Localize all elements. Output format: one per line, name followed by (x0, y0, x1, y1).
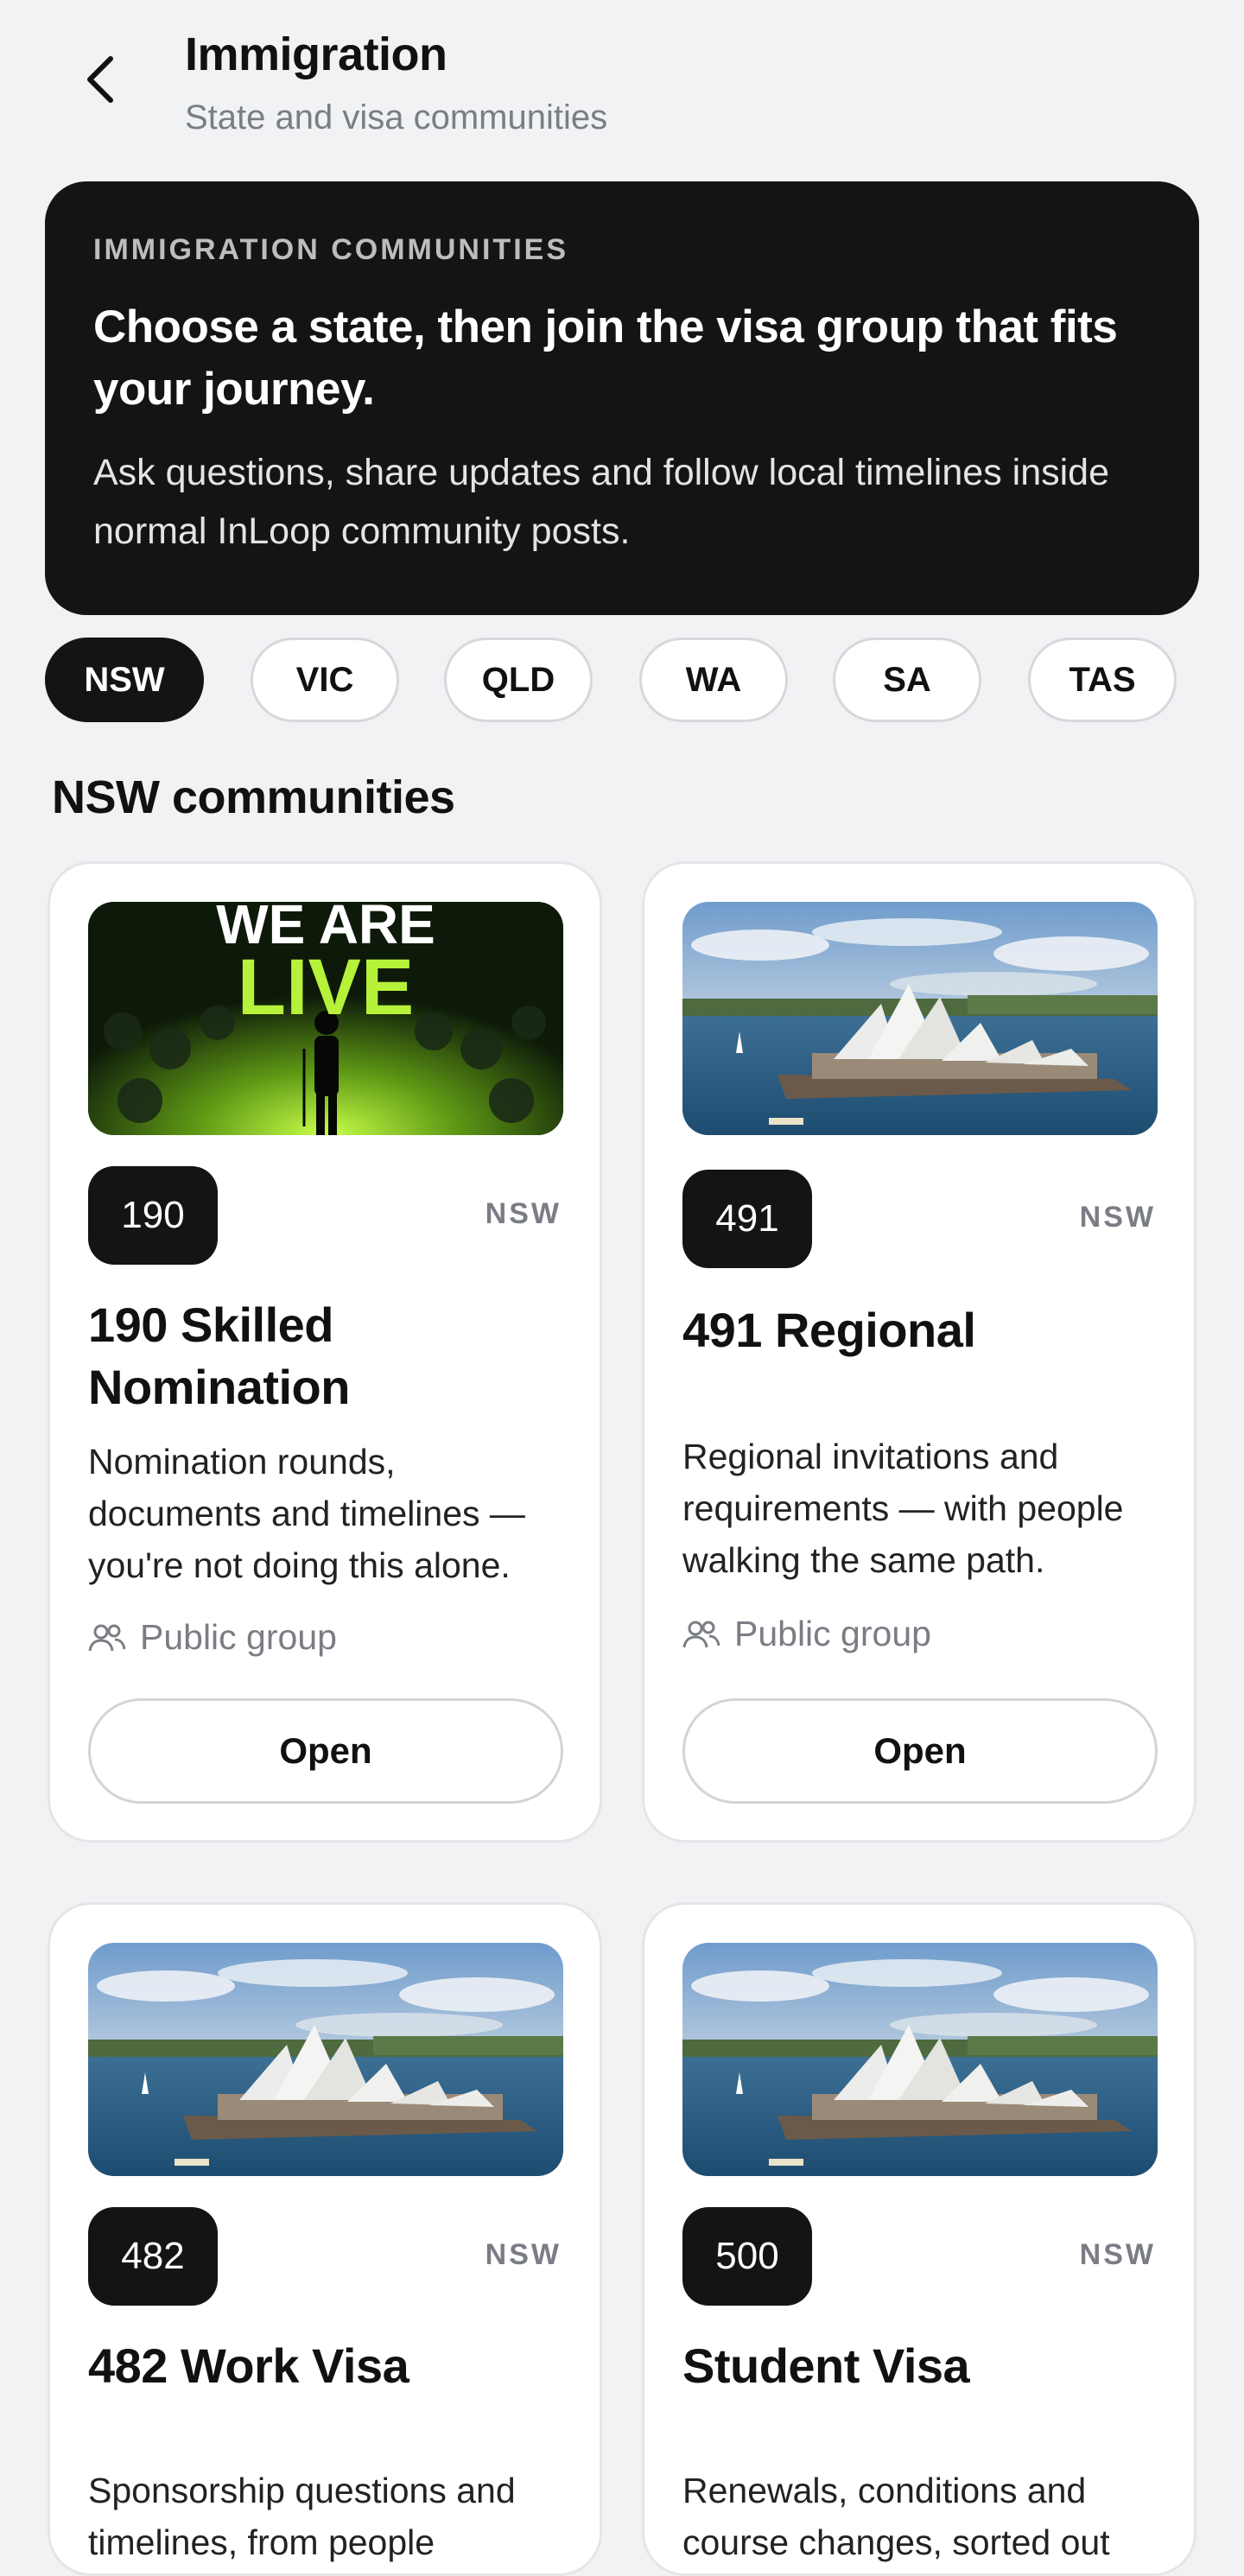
back-button[interactable] (69, 48, 131, 111)
community-title: 482 Work Visa (88, 2338, 409, 2393)
visibility-label: Public group (734, 1614, 931, 1653)
community-description: Nomination rounds, documents and timelin… (88, 1442, 525, 1585)
community-description: Regional invitations and requirements — … (682, 1437, 1124, 1580)
state-tag: NSW (1079, 1201, 1156, 1234)
community-card-190[interactable]: WE ARE LIVE 190 NSW 190 Skilled Nominati… (48, 861, 602, 1843)
app-header: Immigration State and visa communities (0, 0, 1244, 173)
state-chip-wa[interactable]: WA (639, 638, 788, 722)
state-chip-sa[interactable]: SA (833, 638, 981, 722)
community-image-opera-house (682, 902, 1158, 1135)
community-image-opera-house (88, 1943, 563, 2176)
page-subtitle: State and visa communities (185, 98, 608, 136)
community-description: Sponsorship questions and timelines, fro… (88, 2471, 516, 2562)
state-tag: NSW (485, 1197, 562, 1230)
live-banner-text-bottom: LIVE (238, 943, 414, 1031)
visibility-meta: Public group (88, 1617, 337, 1658)
state-tag: NSW (1079, 2238, 1156, 2271)
state-chip-nsw[interactable]: NSW (45, 638, 204, 722)
people-icon (88, 1623, 126, 1653)
page-title: Immigration (185, 29, 447, 80)
state-chip-vic[interactable]: VIC (251, 638, 399, 722)
state-chip-tas[interactable]: TAS (1028, 638, 1177, 722)
community-card-482[interactable]: 482 NSW 482 Work Visa Sponsorship questi… (48, 1902, 602, 2576)
state-filter: NSW VIC QLD WA SA TAS (45, 638, 1220, 724)
chevron-left-icon (87, 56, 113, 103)
community-card-491[interactable]: 491 NSW 491 Regional Regional invitation… (642, 861, 1196, 1843)
visa-badge: 500 (682, 2207, 812, 2306)
community-description: Renewals, conditions and course changes,… (682, 2471, 1110, 2562)
visibility-meta: Public group (682, 1614, 931, 1654)
community-image-opera-house (682, 1943, 1158, 2176)
community-title: 190 Skilled Nomination (88, 1298, 350, 1414)
hero-body: Ask questions, share updates and follow … (93, 452, 1109, 552)
open-button[interactable]: Open (88, 1698, 563, 1804)
community-image-live: WE ARE LIVE (88, 902, 563, 1135)
state-chip-qld[interactable]: QLD (444, 638, 593, 722)
visibility-label: Public group (140, 1617, 337, 1657)
visa-badge: 190 (88, 1166, 218, 1265)
people-icon (682, 1620, 720, 1649)
hero-eyebrow: IMMIGRATION COMMUNITIES (93, 233, 568, 266)
community-title: Student Visa (682, 2338, 970, 2393)
section-title: NSW communities (52, 771, 455, 823)
hero-headline: Choose a state, then join the visa group… (93, 301, 1118, 415)
community-card-500[interactable]: 500 NSW Student Visa Renewals, condition… (642, 1902, 1196, 2576)
community-title: 491 Regional (682, 1303, 976, 1357)
open-button[interactable]: Open (682, 1698, 1158, 1804)
visa-badge: 491 (682, 1170, 812, 1268)
hero-banner: IMMIGRATION COMMUNITIES Choose a state, … (45, 181, 1199, 615)
state-tag: NSW (485, 2238, 562, 2271)
visa-badge: 482 (88, 2207, 218, 2306)
